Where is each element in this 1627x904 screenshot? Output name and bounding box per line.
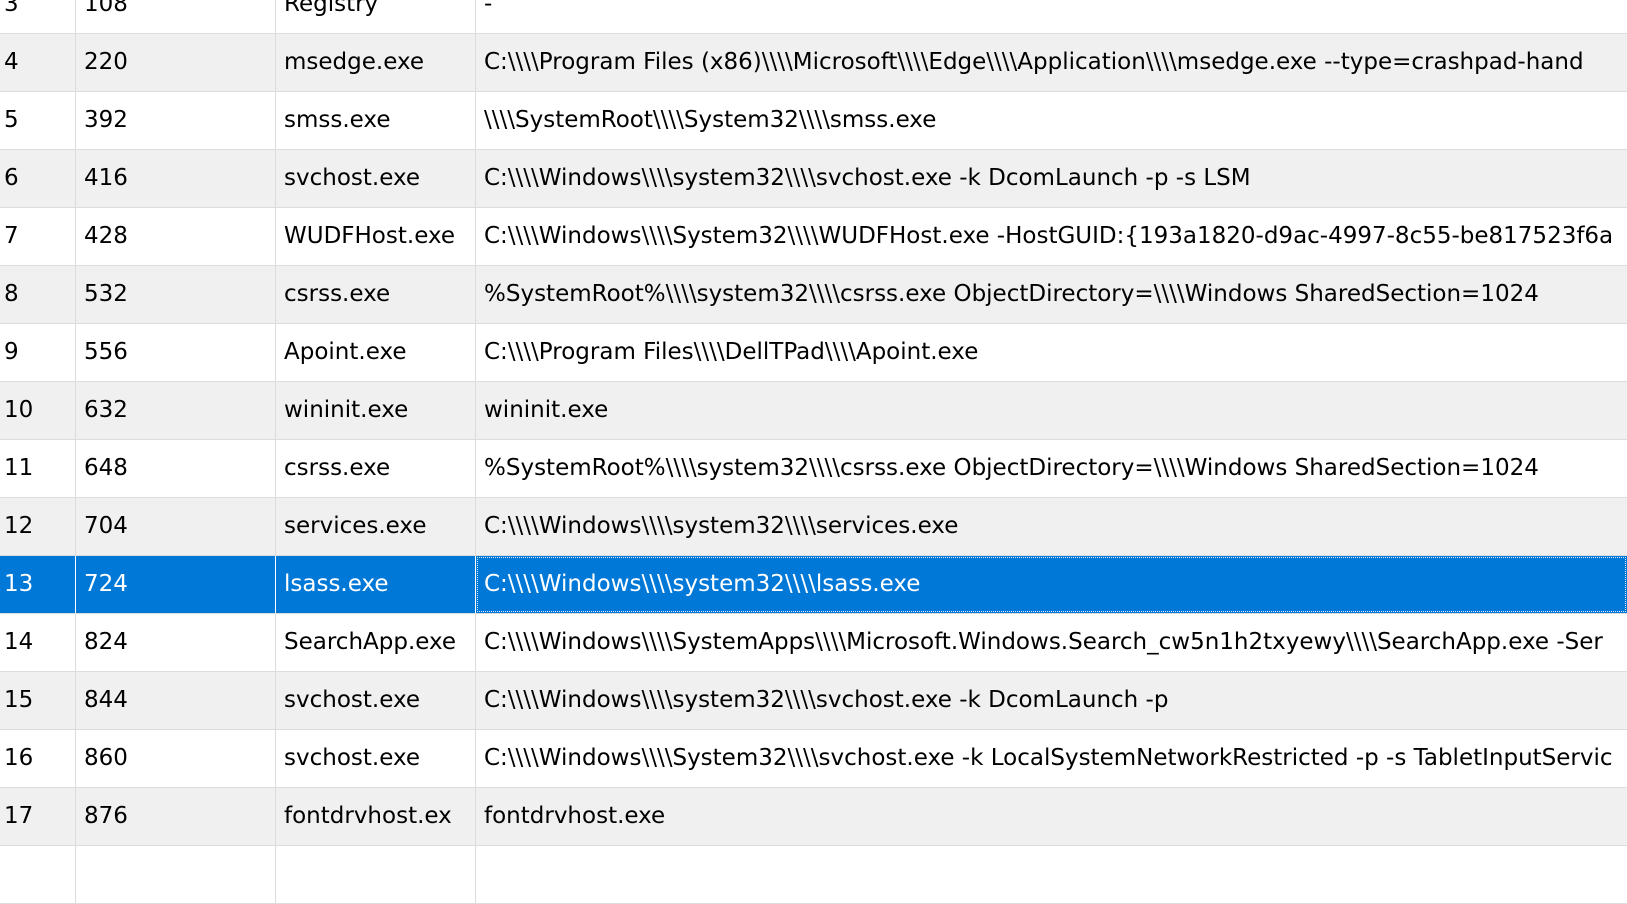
- row-index: 7: [0, 208, 76, 265]
- process-name: services.exe: [276, 498, 476, 555]
- table-row[interactable]: 12 704 services.exe C:\\\\Windows\\\\sys…: [0, 498, 1627, 556]
- process-id: 844: [76, 672, 276, 729]
- row-index: 11: [0, 440, 76, 497]
- process-name: WUDFHost.exe: [276, 208, 476, 265]
- process-name: Registry: [276, 0, 476, 33]
- command-line: wininit.exe: [484, 397, 609, 423]
- row-index: 10: [0, 382, 76, 439]
- process-id: 220: [76, 34, 276, 91]
- process-id: 632: [76, 382, 276, 439]
- table-row[interactable]: 5 392 smss.exe \\\\SystemRoot\\\\System3…: [0, 92, 1627, 150]
- process-name: lsass.exe: [276, 556, 476, 613]
- command-line: C:\\\\Windows\\\\system32\\\\svchost.exe…: [484, 687, 1169, 713]
- process-name: csrss.exe: [276, 440, 476, 497]
- command-line: [476, 846, 1627, 903]
- table-row[interactable]: 15 844 svchost.exe C:\\\\Windows\\\\syst…: [0, 672, 1627, 730]
- process-id: 428: [76, 208, 276, 265]
- command-line: fontdrvhost.exe: [484, 803, 666, 829]
- command-line: C:\\\\Windows\\\\system32\\\\svchost.exe…: [484, 165, 1251, 191]
- row-index: 14: [0, 614, 76, 671]
- row-index: 6: [0, 150, 76, 207]
- process-id: 532: [76, 266, 276, 323]
- process-name: msedge.exe: [276, 34, 476, 91]
- process-name: csrss.exe: [276, 266, 476, 323]
- row-index: 8: [0, 266, 76, 323]
- row-index: 5: [0, 92, 76, 149]
- table-row[interactable]: 8 532 csrss.exe %SystemRoot%\\\\system32…: [0, 266, 1627, 324]
- row-index: 9: [0, 324, 76, 381]
- command-line: C:\\\\Windows\\\\system32\\\\services.ex…: [484, 513, 959, 539]
- row-index: 3: [0, 0, 76, 33]
- process-id: [76, 846, 276, 903]
- row-index: 17: [0, 788, 76, 845]
- row-index: 12: [0, 498, 76, 555]
- command-line: %SystemRoot%\\\\system32\\\\csrss.exe Ob…: [484, 281, 1539, 307]
- command-line: C:\\\\Program Files\\\\DellTPad\\\\Apoin…: [484, 339, 979, 365]
- process-id: 392: [76, 92, 276, 149]
- command-line: C:\\\\Windows\\\\SystemApps\\\\Microsoft…: [484, 629, 1603, 655]
- command-line: \\\\SystemRoot\\\\System32\\\\smss.exe: [484, 107, 937, 133]
- command-line: C:\\\\Windows\\\\system32\\\\lsass.exe: [476, 556, 1627, 613]
- table-row[interactable]: 4 220 msedge.exe C:\\\\Program Files (x8…: [0, 34, 1627, 92]
- command-line: C:\\\\Program Files (x86)\\\\Microsoft\\…: [484, 49, 1584, 75]
- command-line: %SystemRoot%\\\\system32\\\\csrss.exe Ob…: [484, 455, 1539, 481]
- row-index: [0, 846, 76, 903]
- table-row[interactable]: 16 860 svchost.exe C:\\\\Windows\\\\Syst…: [0, 730, 1627, 788]
- table-row[interactable]: [0, 846, 1627, 904]
- process-name: [276, 846, 476, 903]
- process-name: svchost.exe: [276, 672, 476, 729]
- table-row[interactable]: 7 428 WUDFHost.exe C:\\\\Windows\\\\Syst…: [0, 208, 1627, 266]
- table-row[interactable]: 10 632 wininit.exe wininit.exe: [0, 382, 1627, 440]
- row-index: 4: [0, 34, 76, 91]
- process-id: 648: [76, 440, 276, 497]
- process-table: 3 108 Registry - 4 220 msedge.exe C:\\\\…: [0, 0, 1627, 904]
- process-id: 824: [76, 614, 276, 671]
- process-name: SearchApp.exe: [276, 614, 476, 671]
- process-name: fontdrvhost.ex: [276, 788, 476, 845]
- process-name: Apoint.exe: [276, 324, 476, 381]
- table-row[interactable]: 14 824 SearchApp.exe C:\\\\Windows\\\\Sy…: [0, 614, 1627, 672]
- process-name: wininit.exe: [276, 382, 476, 439]
- table-row[interactable]: 17 876 fontdrvhost.ex fontdrvhost.exe: [0, 788, 1627, 846]
- row-index: 13: [0, 556, 76, 613]
- command-line: C:\\\\Windows\\\\System32\\\\WUDFHost.ex…: [484, 223, 1614, 249]
- process-id: 108: [76, 0, 276, 33]
- row-index: 16: [0, 730, 76, 787]
- process-id: 704: [76, 498, 276, 555]
- table-row[interactable]: 6 416 svchost.exe C:\\\\Windows\\\\syste…: [0, 150, 1627, 208]
- process-name: svchost.exe: [276, 150, 476, 207]
- process-id: 724: [76, 556, 276, 613]
- process-name: smss.exe: [276, 92, 476, 149]
- process-id: 416: [76, 150, 276, 207]
- table-row-selected[interactable]: 13 724 lsass.exe C:\\\\Windows\\\\system…: [0, 556, 1627, 614]
- process-id: 556: [76, 324, 276, 381]
- row-index: 15: [0, 672, 76, 729]
- process-name: svchost.exe: [276, 730, 476, 787]
- process-id: 860: [76, 730, 276, 787]
- table-row[interactable]: 3 108 Registry -: [0, 0, 1627, 34]
- table-row[interactable]: 9 556 Apoint.exe C:\\\\Program Files\\\\…: [0, 324, 1627, 382]
- command-line: -: [484, 0, 493, 17]
- process-id: 876: [76, 788, 276, 845]
- command-line: C:\\\\Windows\\\\System32\\\\svchost.exe…: [484, 745, 1613, 771]
- table-row[interactable]: 11 648 csrss.exe %SystemRoot%\\\\system3…: [0, 440, 1627, 498]
